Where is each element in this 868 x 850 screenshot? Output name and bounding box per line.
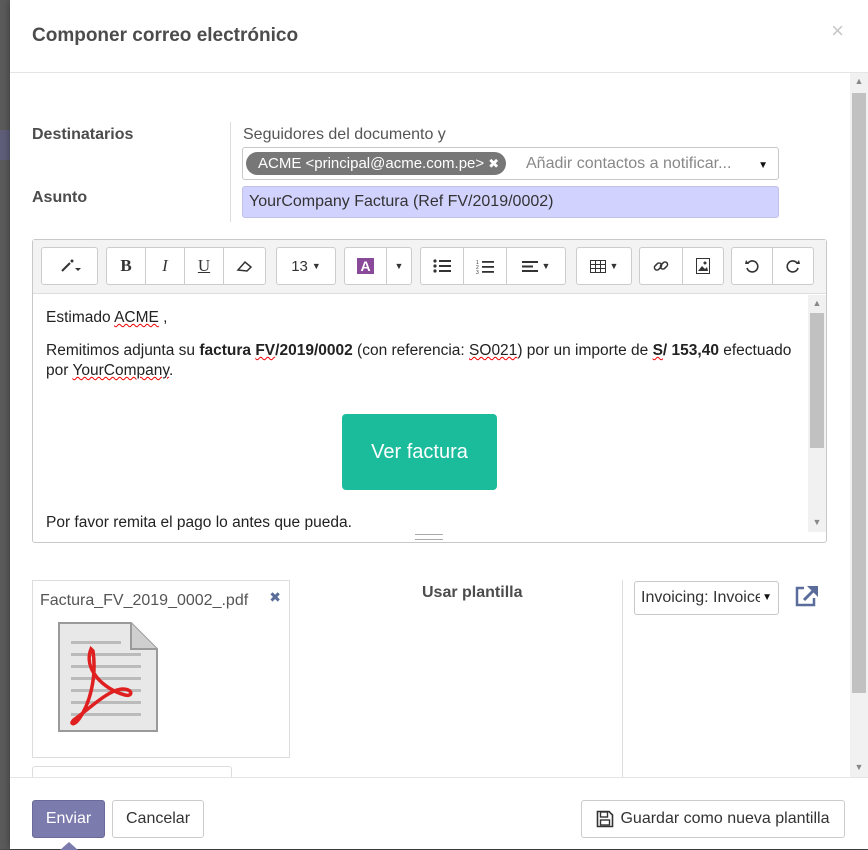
- numbered-list-button[interactable]: 123: [463, 247, 507, 285]
- recipients-field[interactable]: ACME <principal@acme.com.pe> ✖ Añadir co…: [242, 147, 779, 180]
- html-editor: B I U 13 ▼ A ▼ 123 ▼ ▼ Estimado ACME , R…: [32, 239, 827, 543]
- text-run: factura: [199, 342, 256, 359]
- undo-icon: [745, 260, 759, 273]
- scroll-down-arrow-icon[interactable]: ▼: [850, 759, 868, 775]
- eraser-icon: [235, 260, 252, 272]
- email-body[interactable]: Estimado ACME , Remitimos adjunta su fac…: [33, 295, 808, 530]
- text-run: FV: [255, 342, 276, 359]
- editor-scroll-thumb[interactable]: [810, 313, 824, 448]
- greeting-prefix: Estimado: [46, 309, 115, 326]
- dialog-footer: Enviar Cancelar Guardar como nueva plant…: [10, 777, 868, 850]
- save-as-template-button[interactable]: Guardar como nueva plantilla: [581, 800, 845, 838]
- chevron-down-icon: ▼: [541, 261, 551, 271]
- greeting-line: Estimado ACME ,: [46, 309, 167, 327]
- save-icon: [597, 810, 614, 828]
- font-size-dropdown[interactable]: 13 ▼: [276, 247, 336, 285]
- template-divider: [622, 580, 623, 778]
- magic-wand-icon: [60, 259, 81, 272]
- recipients-label: Destinatarios: [32, 126, 134, 143]
- image-icon: [696, 258, 710, 274]
- save-as-template-label: Guardar como nueva plantilla: [620, 810, 830, 827]
- text-run: SO021: [469, 342, 518, 359]
- subject-input[interactable]: YourCompany Factura (Ref FV/2019/0002): [242, 186, 779, 218]
- resize-handle[interactable]: [415, 534, 443, 540]
- close-button[interactable]: ×: [831, 18, 844, 44]
- text-run: ) por un importe de: [517, 342, 653, 359]
- text-run: /2019/0002: [275, 342, 353, 359]
- bold-button[interactable]: B: [106, 247, 146, 285]
- eraser-button[interactable]: [223, 247, 266, 285]
- template-select[interactable]: Invoicing: Invoice ▼: [634, 581, 779, 615]
- bullet-list-button[interactable]: [420, 247, 464, 285]
- redo-icon: [786, 260, 800, 273]
- compose-email-dialog: Componer correo electrónico × ▲ ▼ Destin…: [10, 0, 868, 850]
- invoice-paragraph: Remitimos adjunta su factura FV/2019/000…: [46, 341, 806, 381]
- link-icon: [653, 261, 669, 271]
- template-selected-value: Invoicing: Invoice: [641, 589, 764, 606]
- remove-attachment-icon[interactable]: ✖: [269, 589, 281, 606]
- dialog-scrollbar[interactable]: ▲ ▼: [850, 73, 868, 777]
- image-button[interactable]: [682, 247, 724, 285]
- chevron-down-icon: ▼: [609, 261, 619, 271]
- greeting-suffix: ,: [158, 309, 168, 326]
- scroll-down-arrow-icon[interactable]: ▼: [808, 514, 826, 530]
- italic-button[interactable]: I: [145, 247, 185, 285]
- undo-button[interactable]: [731, 247, 773, 285]
- subject-label: Asunto: [32, 189, 88, 206]
- text-color-icon: A: [357, 258, 374, 274]
- text-run: (con referencia:: [352, 342, 470, 359]
- chevron-down-icon: ▼: [760, 582, 772, 614]
- recipients-dropdown-icon[interactable]: ▼: [758, 160, 768, 171]
- pdf-file-icon: [58, 622, 158, 732]
- text-run: .: [168, 362, 174, 379]
- editor-toolbar: B I U 13 ▼ A ▼ 123 ▼ ▼: [33, 240, 826, 294]
- followers-text: Seguidores del documento y: [243, 126, 446, 143]
- text-run: YourCompany: [72, 362, 169, 379]
- dialog-header: Componer correo electrónico ×: [10, 0, 868, 73]
- underline-button[interactable]: U: [184, 247, 224, 285]
- greeting-name: ACME: [114, 309, 159, 326]
- redo-button[interactable]: [772, 247, 814, 285]
- attachment-filename[interactable]: Factura_FV_2019_0002_.pdf: [40, 592, 248, 610]
- table-dropdown[interactable]: ▼: [576, 247, 632, 285]
- scroll-up-arrow-icon[interactable]: ▲: [808, 295, 826, 311]
- cancel-button[interactable]: Cancelar: [112, 800, 204, 838]
- scroll-thumb[interactable]: [852, 93, 866, 693]
- view-invoice-button[interactable]: Ver factura: [342, 414, 497, 490]
- numbered-list-icon: 123: [476, 260, 494, 274]
- send-button[interactable]: Enviar: [32, 800, 105, 838]
- remove-recipient-icon[interactable]: ✖: [488, 152, 499, 175]
- align-left-icon: [521, 260, 538, 272]
- chevron-down-icon: ▼: [311, 261, 321, 271]
- editor-scrollbar[interactable]: ▲ ▼: [808, 295, 826, 532]
- use-template-label: Usar plantilla: [422, 584, 523, 601]
- attachment-card: Factura_FV_2019_0002_.pdf ✖: [32, 580, 290, 758]
- external-link-icon[interactable]: [794, 584, 820, 608]
- text-run: Remitimos adjunta su: [46, 342, 200, 359]
- magic-wand-style-button[interactable]: [41, 247, 98, 285]
- align-dropdown[interactable]: ▼: [506, 247, 566, 285]
- bullet-list-icon: [433, 259, 451, 273]
- link-button[interactable]: [639, 247, 683, 285]
- scroll-up-arrow-icon[interactable]: ▲: [850, 73, 868, 89]
- table-icon: [589, 259, 606, 273]
- payment-request-line: Por favor remita el pago lo antes que pu…: [46, 514, 352, 530]
- text-run: S: [652, 342, 663, 359]
- font-size-value: 13: [291, 257, 308, 275]
- recipient-tag: ACME <principal@acme.com.pe> ✖: [246, 152, 507, 175]
- form-divider: [230, 122, 231, 222]
- recipients-input[interactable]: Añadir contactos a notificar...: [526, 155, 731, 173]
- text-run: / 153,40: [662, 342, 719, 359]
- dialog-title: Componer correo electrónico: [32, 25, 299, 46]
- color-dropdown-icon[interactable]: ▼: [386, 247, 412, 285]
- text-color-button[interactable]: A: [344, 247, 387, 285]
- svg-text:3: 3: [476, 270, 479, 274]
- recipient-tag-label: ACME <principal@acme.com.pe>: [258, 155, 485, 172]
